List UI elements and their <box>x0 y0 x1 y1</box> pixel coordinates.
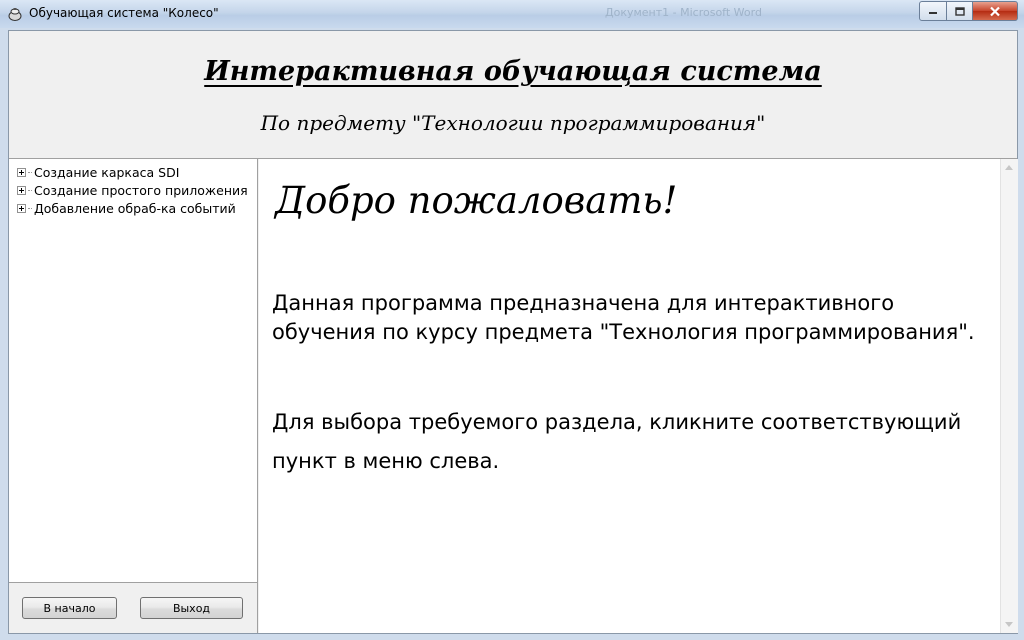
scroll-up-arrow-icon[interactable] <box>1005 165 1013 170</box>
maximize-icon <box>954 6 965 16</box>
content-scrollbar[interactable] <box>1000 159 1018 633</box>
window-title: Обучающая система "Колесо" <box>29 6 219 20</box>
expand-plus-icon[interactable] <box>17 167 26 177</box>
main-window: Интерактивная обучающая система По предм… <box>8 30 1018 634</box>
content-pane: Добро пожаловать! Данная программа предн… <box>259 159 1000 633</box>
expand-plus-icon[interactable] <box>17 203 26 213</box>
minimize-button[interactable] <box>919 1 947 21</box>
title-bar[interactable]: Обучающая система "Колесо" Документ1 - M… <box>0 0 1024 28</box>
home-button[interactable]: В начало <box>22 597 117 619</box>
app-icon <box>8 8 22 21</box>
button-bar: В начало Выход <box>9 583 258 633</box>
close-button[interactable] <box>973 1 1018 21</box>
tree-item-label: Добавление обраб-ка событий <box>34 200 236 216</box>
header-panel: Интерактивная обучающая система По предм… <box>9 31 1017 159</box>
header-title: Интерактивная обучающая система <box>204 56 822 87</box>
background-window-title: Документ1 - Microsoft Word <box>605 6 762 19</box>
header-subtitle: По предмету "Технологии программирования… <box>260 111 766 135</box>
minimize-icon <box>929 12 937 14</box>
tree-item-sdi-skeleton[interactable]: Создание каркаса SDI <box>17 163 179 181</box>
window-controls <box>919 1 1018 21</box>
topic-tree[interactable]: Создание каркаса SDI Создание простого п… <box>9 159 258 583</box>
expand-plus-icon[interactable] <box>17 185 26 195</box>
tree-item-simple-app[interactable]: Создание простого приложения <box>17 181 248 199</box>
intro-paragraph: Данная программа предназначена для интер… <box>272 291 975 344</box>
instruction-paragraph: Для выбора требуемого раздела, кликните … <box>272 410 962 473</box>
maximize-button[interactable] <box>947 1 973 21</box>
tree-item-label: Создание каркаса SDI <box>34 164 180 180</box>
welcome-heading: Добро пожаловать! <box>275 179 678 222</box>
close-icon <box>990 6 1000 16</box>
tree-item-event-handlers[interactable]: Добавление обраб-ка событий <box>17 199 236 217</box>
tree-item-label: Создание простого приложения <box>34 182 248 198</box>
exit-button[interactable]: Выход <box>140 597 243 619</box>
scroll-down-arrow-icon[interactable] <box>1005 622 1013 627</box>
